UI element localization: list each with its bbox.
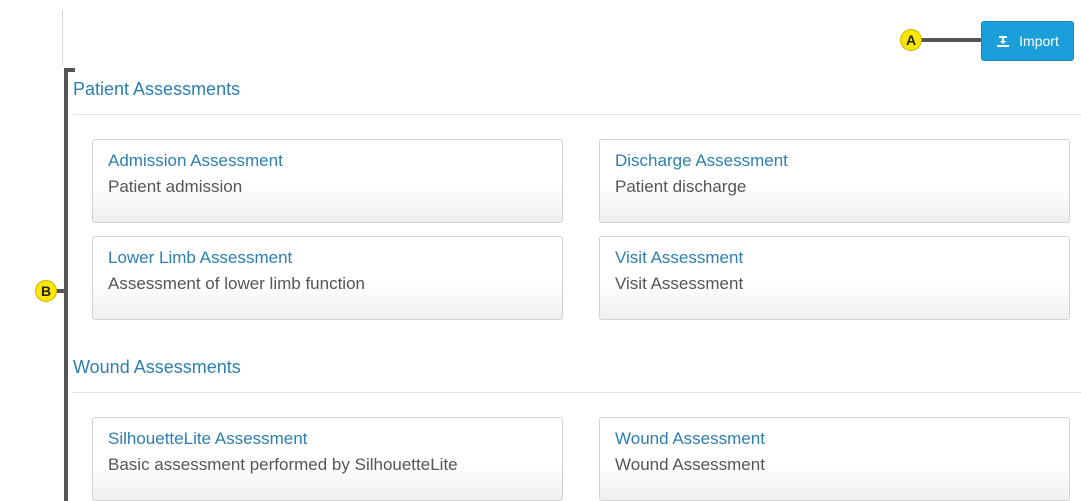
card-title: Visit Assessment: [615, 248, 744, 267]
section-divider: [73, 392, 1081, 393]
card-description: Assessment of lower limb function: [108, 274, 365, 293]
section-title-wound-assessments: Wound Assessments: [73, 357, 241, 377]
card-lower-limb-assessment[interactable]: Lower Limb Assessment Assessment of lowe…: [92, 236, 563, 320]
callout-bracket-b-top: [64, 68, 75, 72]
card-description: Visit Assessment: [615, 274, 744, 293]
divider: [62, 10, 63, 66]
callout-b-badge: B: [35, 280, 57, 302]
card-description: Wound Assessment: [615, 455, 765, 474]
card-title: Discharge Assessment: [615, 151, 788, 170]
card-silhouettelite-assessment[interactable]: SilhouetteLite Assessment Basic assessme…: [92, 417, 563, 501]
card-description: Patient discharge: [615, 177, 747, 196]
section-title-patient-assessments: Patient Assessments: [73, 79, 241, 99]
card-admission-assessment[interactable]: Admission Assessment Patient admission: [92, 139, 563, 223]
section-divider: [73, 114, 1081, 115]
card-title: Lower Limb Assessment: [108, 248, 293, 267]
import-button[interactable]: Import: [981, 21, 1074, 61]
card-title: Wound Assessment: [615, 429, 765, 448]
card-wound-assessment[interactable]: Wound Assessment Wound Assessment: [599, 417, 1070, 501]
card-visit-assessment[interactable]: Visit Assessment Visit Assessment: [599, 236, 1070, 320]
assessments-page: A Import B Patient Assessments Admission…: [0, 0, 1081, 501]
card-title: Admission Assessment: [108, 151, 283, 170]
import-button-label: Import: [1019, 33, 1059, 49]
callout-line-a: [918, 38, 982, 42]
card-title: SilhouetteLite Assessment: [108, 429, 308, 448]
import-icon: [997, 36, 1010, 47]
callout-a-badge: A: [900, 29, 922, 51]
card-description: Basic assessment performed by Silhouette…: [108, 455, 458, 474]
card-discharge-assessment[interactable]: Discharge Assessment Patient discharge: [599, 139, 1070, 223]
callout-bracket-b: [64, 68, 68, 501]
card-description: Patient admission: [108, 177, 243, 196]
